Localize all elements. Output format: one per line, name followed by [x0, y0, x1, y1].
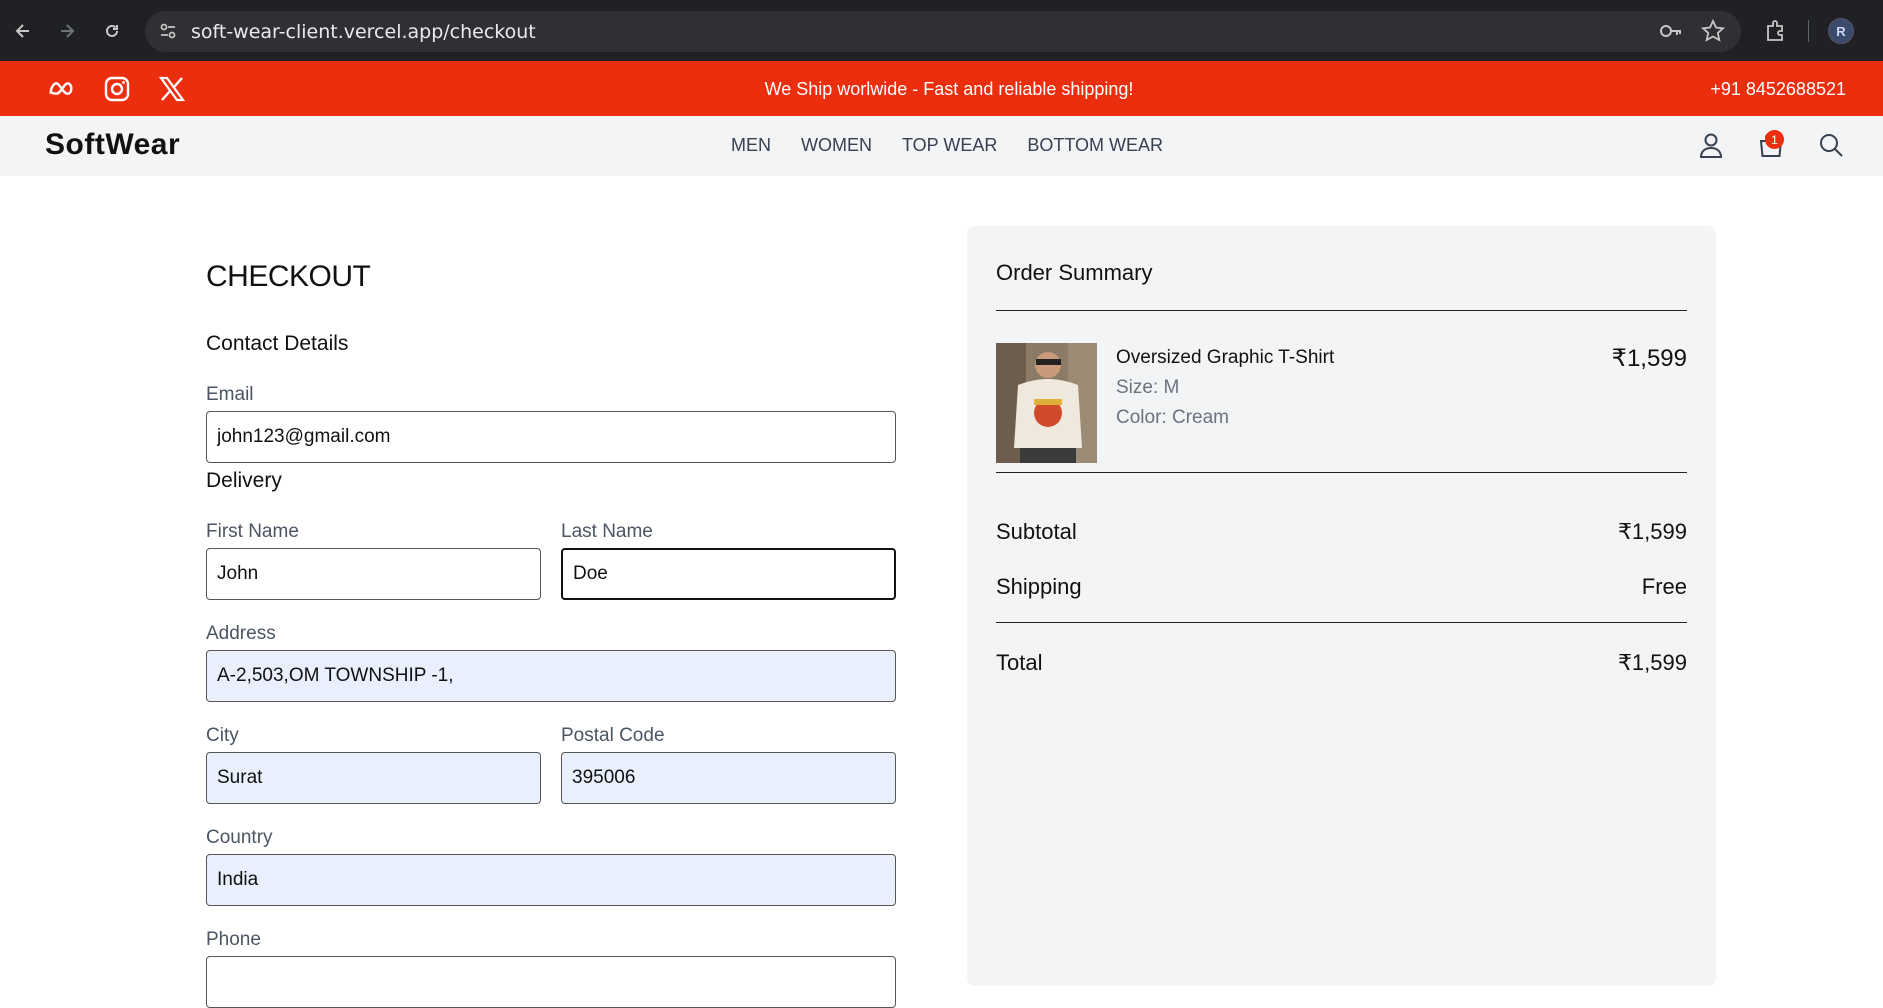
- checkout-page: CHECKOUT Contact Details Email Delivery …: [0, 176, 1883, 1008]
- email-label: Email: [206, 384, 254, 405]
- country-label: Country: [206, 827, 273, 848]
- postal-code-label: Postal Code: [561, 725, 665, 746]
- nav-link-women[interactable]: WOMEN: [801, 135, 872, 156]
- reload-icon[interactable]: [97, 16, 127, 46]
- summary-divider: [996, 310, 1687, 311]
- site-logo[interactable]: SoftWear: [45, 128, 180, 162]
- email-field[interactable]: [206, 411, 896, 463]
- total-value: ₹1,599: [1617, 650, 1687, 675]
- summary-divider: [996, 472, 1687, 473]
- contact-phone: +91 8452688521: [1710, 79, 1846, 99]
- city-label: City: [206, 725, 239, 746]
- product-name: Oversized Graphic T-Shirt: [1116, 347, 1335, 368]
- order-summary: Order Summary Oversized Graphic T-Shirt …: [967, 226, 1716, 986]
- total-label: Total: [996, 650, 1043, 675]
- extensions-icon[interactable]: [1763, 18, 1789, 49]
- nav-link-bottom-wear[interactable]: BOTTOM WEAR: [1027, 135, 1163, 156]
- first-name-label: First Name: [206, 521, 299, 542]
- search-icon[interactable]: [1816, 130, 1846, 160]
- last-name-field[interactable]: [561, 548, 896, 600]
- address-field[interactable]: [206, 650, 896, 702]
- subtotal-value: ₹1,599: [1617, 519, 1687, 544]
- page-title: CHECKOUT: [206, 260, 371, 293]
- shipping-label: Shipping: [996, 574, 1082, 599]
- url-text: soft-wear-client.vercel.app/checkout: [191, 21, 536, 43]
- product-size: Size: M: [1116, 377, 1180, 398]
- phone-label: Phone: [206, 929, 261, 950]
- product-price: ₹1,599: [1611, 345, 1687, 372]
- forward-icon[interactable]: [52, 16, 82, 46]
- nav-links: MEN WOMEN TOP WEAR BOTTOM WEAR: [731, 135, 1193, 156]
- cart-count-badge: 1: [1765, 130, 1784, 149]
- city-field[interactable]: [206, 752, 541, 804]
- bookmark-star-icon[interactable]: [1700, 18, 1726, 49]
- toolbar-divider: [1808, 20, 1809, 42]
- order-summary-title: Order Summary: [996, 260, 1153, 285]
- nav-link-men[interactable]: MEN: [731, 135, 771, 156]
- shipping-message: We Ship worlwide - Fast and reliable shi…: [764, 79, 1134, 99]
- browser-chrome: soft-wear-client.vercel.app/checkout R: [0, 0, 1883, 61]
- address-label: Address: [206, 623, 276, 644]
- user-icon[interactable]: [1696, 130, 1726, 160]
- summary-divider: [996, 622, 1687, 623]
- site-navbar: SoftWear MEN WOMEN TOP WEAR BOTTOM WEAR: [0, 116, 1883, 176]
- delivery-section-title: Delivery: [206, 469, 282, 492]
- password-key-icon[interactable]: [1658, 18, 1684, 49]
- profile-avatar[interactable]: R: [1828, 18, 1854, 44]
- product-image: [996, 343, 1097, 463]
- promo-banner: We Ship worlwide - Fast and reliable shi…: [0, 61, 1883, 116]
- postal-code-field[interactable]: [561, 752, 896, 804]
- address-bar[interactable]: soft-wear-client.vercel.app/checkout: [145, 11, 1741, 52]
- subtotal-label: Subtotal: [996, 519, 1077, 544]
- last-name-label: Last Name: [561, 521, 653, 542]
- contact-section-title: Contact Details: [206, 332, 349, 355]
- product-color: Color: Cream: [1116, 407, 1229, 428]
- nav-link-top-wear[interactable]: TOP WEAR: [902, 135, 997, 156]
- country-field[interactable]: [206, 854, 896, 906]
- shipping-value: Free: [1641, 574, 1687, 599]
- site-info-icon[interactable]: [157, 20, 179, 47]
- first-name-field[interactable]: [206, 548, 541, 600]
- back-icon[interactable]: [8, 16, 38, 46]
